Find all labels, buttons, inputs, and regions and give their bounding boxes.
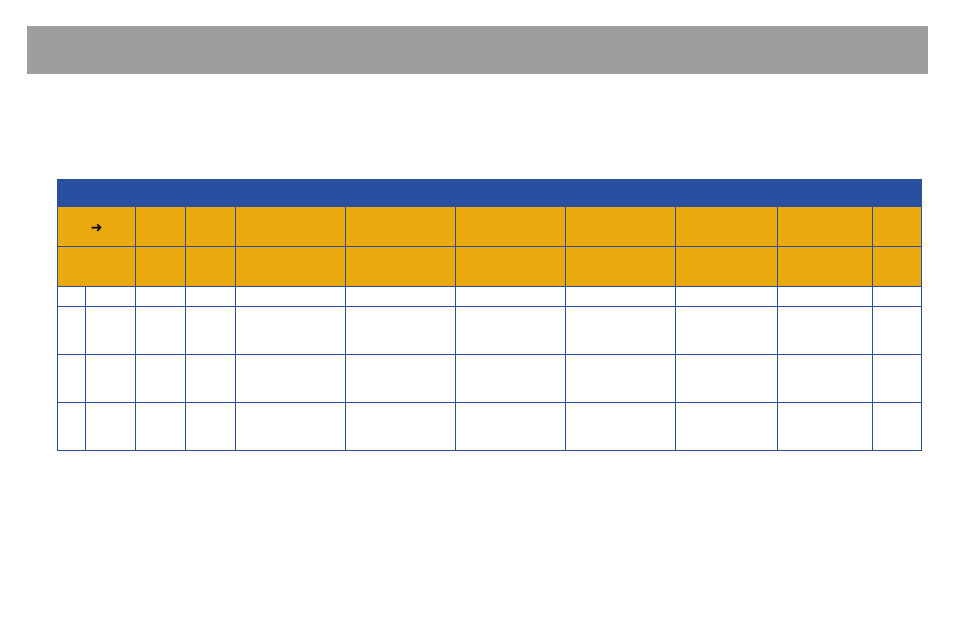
cell	[872, 403, 922, 451]
cell	[85, 287, 135, 307]
cell	[455, 403, 565, 451]
cell	[185, 403, 235, 451]
cell	[777, 403, 872, 451]
table-title-band	[57, 179, 922, 207]
header-a-col7	[675, 207, 777, 247]
cell	[235, 307, 345, 355]
cell	[872, 355, 922, 403]
table-row	[57, 355, 922, 403]
section-banner	[27, 26, 928, 74]
cell	[345, 287, 455, 307]
cell	[235, 403, 345, 451]
header-a-col2	[135, 207, 185, 247]
arrow-right-icon: ➜	[91, 220, 103, 234]
header-arrow-cell: ➜	[57, 207, 135, 247]
cell	[85, 355, 135, 403]
header-a-col9	[872, 207, 922, 247]
header-b-col1	[57, 247, 135, 287]
cell	[565, 355, 675, 403]
cell	[85, 307, 135, 355]
cell	[565, 287, 675, 307]
cell	[675, 287, 777, 307]
cell	[57, 287, 85, 307]
cell	[135, 307, 185, 355]
cell	[85, 403, 135, 451]
table-row	[57, 307, 922, 355]
header-a-col2b	[185, 207, 235, 247]
cell	[135, 403, 185, 451]
cell	[57, 403, 85, 451]
cell	[135, 287, 185, 307]
header-b-col8	[777, 247, 872, 287]
cell	[565, 403, 675, 451]
header-b-col7	[675, 247, 777, 287]
cell	[57, 307, 85, 355]
header-a-col8	[777, 207, 872, 247]
cell	[455, 287, 565, 307]
cell	[345, 307, 455, 355]
header-a-col5	[455, 207, 565, 247]
cell	[675, 307, 777, 355]
header-a-col3	[235, 207, 345, 247]
cell	[777, 307, 872, 355]
cell	[455, 307, 565, 355]
cell	[675, 403, 777, 451]
table-row	[57, 287, 922, 307]
cell	[565, 307, 675, 355]
cell	[345, 355, 455, 403]
cell	[777, 287, 872, 307]
cell	[455, 355, 565, 403]
header-b-col2b	[185, 247, 235, 287]
cell	[135, 355, 185, 403]
header-b-col6	[565, 247, 675, 287]
header-b-col9	[872, 247, 922, 287]
cell	[345, 403, 455, 451]
cell	[777, 355, 872, 403]
header-a-col6	[565, 207, 675, 247]
table-header-row-2	[57, 247, 922, 287]
cell	[872, 307, 922, 355]
cell	[235, 287, 345, 307]
header-b-col5	[455, 247, 565, 287]
header-a-col4	[345, 207, 455, 247]
data-table: ➜	[57, 179, 922, 451]
table-row	[57, 403, 922, 451]
cell	[185, 287, 235, 307]
table-header: ➜	[57, 207, 922, 287]
cell	[57, 355, 85, 403]
cell	[185, 307, 235, 355]
table-body	[57, 287, 922, 451]
table-header-row-1: ➜	[57, 207, 922, 247]
header-b-col3	[235, 247, 345, 287]
header-b-col4	[345, 247, 455, 287]
cell	[675, 355, 777, 403]
cell	[872, 287, 922, 307]
cell	[185, 355, 235, 403]
cell	[235, 355, 345, 403]
header-b-col2	[135, 247, 185, 287]
